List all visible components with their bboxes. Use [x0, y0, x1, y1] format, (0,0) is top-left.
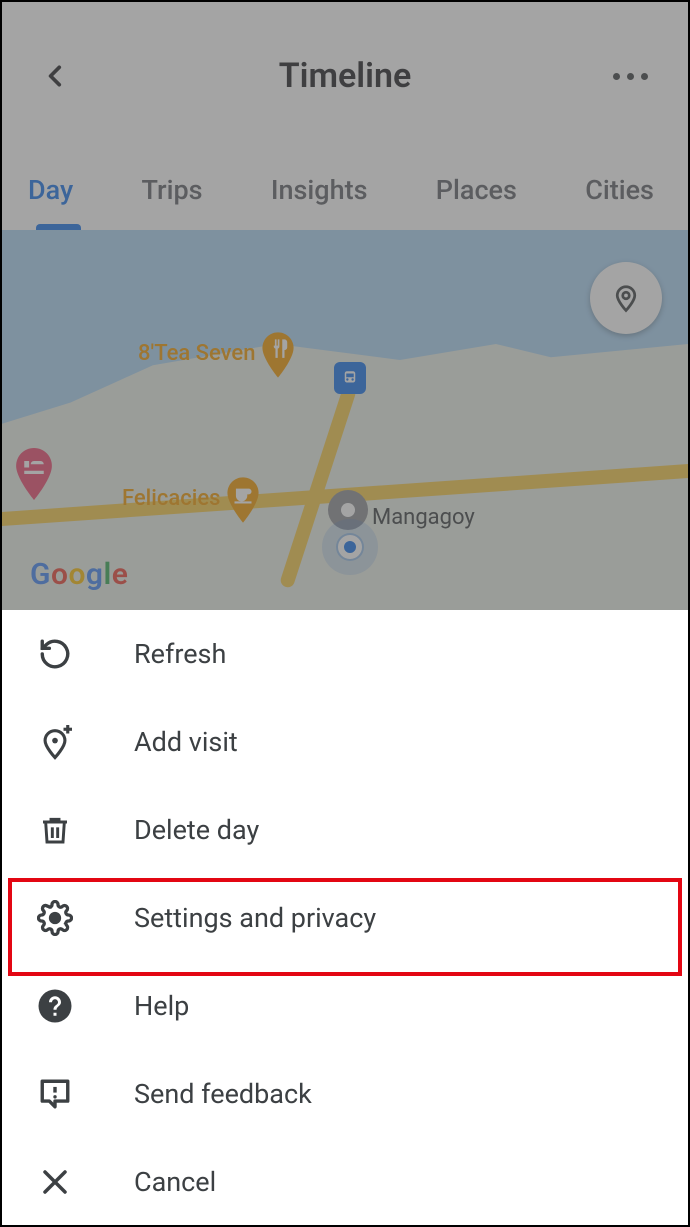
- menu-item-add-visit[interactable]: Add visit: [2, 698, 688, 786]
- menu-item-label: Cancel: [134, 1166, 216, 1198]
- overflow-menu: Refresh Add visit Delete day Settings an…: [2, 610, 688, 1225]
- refresh-icon: [36, 635, 74, 673]
- menu-item-label: Add visit: [134, 726, 238, 758]
- menu-item-send-feedback[interactable]: Send feedback: [2, 1050, 688, 1138]
- menu-item-settings-privacy[interactable]: Settings and privacy: [2, 874, 688, 962]
- menu-item-label: Send feedback: [134, 1078, 312, 1110]
- menu-item-delete-day[interactable]: Delete day: [2, 786, 688, 874]
- menu-item-help[interactable]: Help: [2, 962, 688, 1050]
- menu-item-label: Help: [134, 990, 189, 1022]
- screen: Timeline Day Trips Insights Places Citie…: [0, 0, 690, 1227]
- help-icon: [36, 987, 74, 1025]
- trash-icon: [36, 811, 74, 849]
- menu-item-label: Delete day: [134, 814, 259, 846]
- menu-item-cancel[interactable]: Cancel: [2, 1138, 688, 1226]
- menu-item-label: Settings and privacy: [134, 902, 376, 934]
- modal-backdrop[interactable]: [2, 2, 688, 610]
- feedback-icon: [36, 1075, 74, 1113]
- menu-item-label: Refresh: [134, 638, 226, 670]
- menu-item-refresh[interactable]: Refresh: [2, 610, 688, 698]
- gear-icon: [36, 899, 74, 937]
- add-visit-icon: [36, 723, 74, 761]
- close-icon: [36, 1163, 74, 1201]
